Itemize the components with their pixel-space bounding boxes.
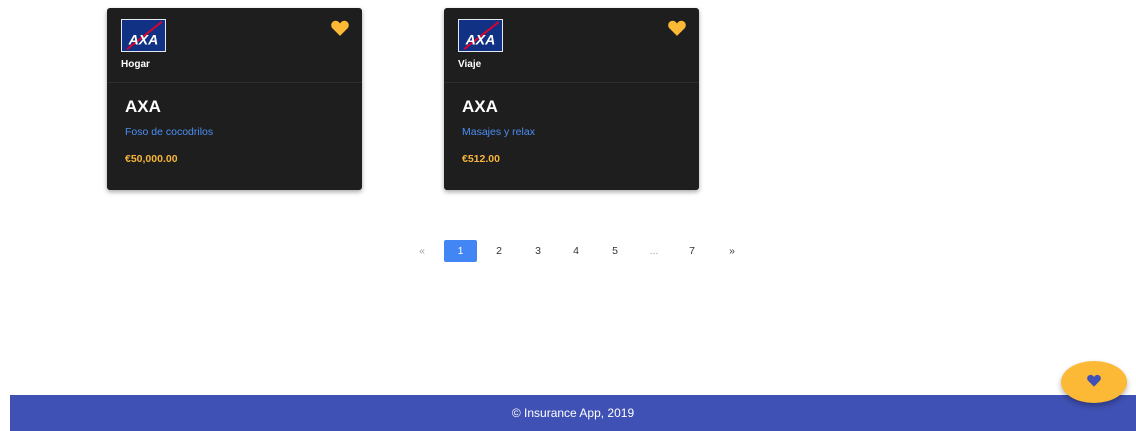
- pagination-page-5[interactable]: 5: [608, 240, 622, 262]
- pagination-page-2[interactable]: 2: [492, 240, 506, 262]
- pagination-page-1[interactable]: 1: [444, 240, 477, 262]
- pagination-prev[interactable]: «: [415, 240, 429, 262]
- card-category: Viaje: [458, 59, 482, 70]
- insurance-card[interactable]: AXA Viaje AXA Masajes y relax €512.00: [444, 8, 699, 190]
- logo-text: AXA: [465, 31, 496, 47]
- insurance-card[interactable]: AXA Hogar AXA Foso de cocodrilos €50,000…: [107, 8, 362, 190]
- pagination-next[interactable]: »: [725, 240, 739, 262]
- card-company: AXA: [125, 97, 161, 116]
- card-price: €50,000.00: [125, 153, 178, 165]
- card-price: €512.00: [462, 153, 500, 165]
- pagination-ellipsis: ...: [649, 245, 659, 257]
- favorites-fab-button[interactable]: [1061, 361, 1127, 403]
- logo-text: AXA: [128, 31, 159, 47]
- card-header: AXA Hogar: [107, 8, 362, 83]
- footer-copyright: © Insurance App, 2019: [511, 406, 635, 420]
- page: AXA Hogar AXA Foso de cocodrilos €50,000…: [0, 0, 1136, 431]
- card-company: AXA: [462, 97, 498, 116]
- heart-icon[interactable]: [668, 20, 686, 36]
- axa-logo-icon: AXA: [458, 19, 503, 52]
- card-header: AXA Viaje: [444, 8, 699, 83]
- card-product-link[interactable]: Foso de cocodrilos: [125, 126, 213, 138]
- card-product-link[interactable]: Masajes y relax: [462, 126, 535, 138]
- heart-icon[interactable]: [331, 20, 349, 36]
- axa-logo-icon: AXA: [121, 19, 166, 52]
- card-category: Hogar: [121, 59, 150, 70]
- pagination-page-3[interactable]: 3: [531, 240, 545, 262]
- footer: © Insurance App, 2019: [10, 395, 1136, 431]
- pagination-page-4[interactable]: 4: [569, 240, 583, 262]
- pagination-page-7[interactable]: 7: [685, 240, 699, 262]
- heart-icon: [1087, 374, 1101, 387]
